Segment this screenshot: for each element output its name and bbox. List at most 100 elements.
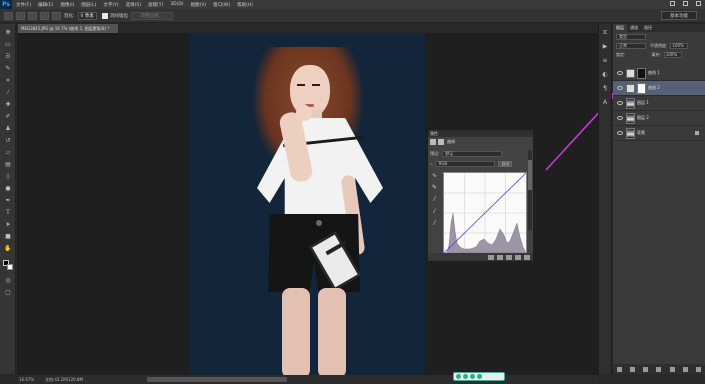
minimize-icon[interactable] bbox=[670, 1, 675, 6]
character-icon[interactable]: A bbox=[601, 99, 609, 107]
eyedropper-tool-icon[interactable]: ⁄ bbox=[3, 88, 13, 97]
document-tab[interactable]: MEG3845.JPG @ 16.7% (曲线 1, 图层蒙版/8) * bbox=[18, 24, 118, 33]
doc-info[interactable]: 文档:43.2M/120.8M bbox=[45, 377, 83, 383]
menu-select[interactable]: 选择(S) bbox=[126, 2, 141, 8]
tab-channels[interactable]: 通道 bbox=[627, 25, 641, 31]
ime-icon[interactable] bbox=[470, 374, 475, 379]
curves-scrollbar[interactable] bbox=[528, 150, 532, 230]
lasso-tool-icon[interactable]: ᘐ bbox=[3, 52, 13, 61]
white-point-eyedropper-icon[interactable]: ⁄ bbox=[431, 220, 438, 227]
hand-tool-icon[interactable]: ✋ bbox=[3, 244, 13, 253]
healing-brush-icon[interactable]: ✚ bbox=[3, 100, 13, 109]
ime-icon[interactable] bbox=[477, 374, 482, 379]
antialias-checkbox[interactable] bbox=[101, 12, 108, 19]
eye-icon[interactable] bbox=[617, 116, 623, 120]
menu-filter[interactable]: 滤镜(T) bbox=[148, 2, 163, 8]
layer-name[interactable]: 图层 2 bbox=[637, 115, 649, 121]
layer-name[interactable]: 曲线 1 bbox=[648, 70, 660, 76]
crop-tool-icon[interactable]: ⌗ bbox=[3, 76, 13, 85]
tool-preset-button[interactable] bbox=[4, 11, 13, 20]
black-point-eyedropper-icon[interactable]: ⁄ bbox=[431, 196, 438, 203]
eye-icon[interactable] bbox=[617, 131, 623, 135]
layer-row[interactable]: 图层 2 bbox=[613, 111, 705, 126]
eye-icon[interactable] bbox=[617, 86, 623, 90]
link-icon[interactable] bbox=[617, 366, 623, 372]
new-adjustment-icon[interactable] bbox=[656, 366, 662, 372]
quick-select-tool-icon[interactable]: ✎ bbox=[3, 64, 13, 73]
eye-icon[interactable] bbox=[617, 71, 623, 75]
channel-select[interactable]: RGB bbox=[435, 160, 496, 167]
adjustments-icon[interactable]: ◐ bbox=[601, 71, 609, 79]
horizontal-scrollbar[interactable] bbox=[147, 377, 287, 382]
layer-name[interactable]: 背景 bbox=[637, 130, 645, 136]
tab-layers[interactable]: 图层 bbox=[613, 24, 627, 32]
menu-file[interactable]: 文件(F) bbox=[16, 2, 31, 8]
workspace-select[interactable]: 基本功能 bbox=[661, 11, 697, 20]
ime-icon[interactable] bbox=[463, 374, 468, 379]
add-mask-icon[interactable] bbox=[643, 366, 649, 372]
delete-icon[interactable] bbox=[524, 254, 530, 260]
target-adjust-icon[interactable]: ☝ bbox=[430, 161, 432, 166]
history-icon[interactable]: ⧖ bbox=[601, 29, 609, 37]
layer-mask-thumbnail[interactable] bbox=[637, 82, 646, 94]
clone-stamp-icon[interactable]: ♟ bbox=[3, 124, 13, 133]
panel-title[interactable]: 属性 bbox=[428, 130, 533, 137]
view-previous-icon[interactable] bbox=[497, 254, 503, 260]
history-brush-icon[interactable]: ↺ bbox=[3, 136, 13, 145]
menu-window[interactable]: 窗口(W) bbox=[213, 2, 230, 8]
menu-3d[interactable]: 3D(D) bbox=[170, 2, 183, 7]
layer-mask-thumbnail[interactable] bbox=[637, 67, 646, 79]
menu-view[interactable]: 视图(V) bbox=[191, 2, 207, 8]
ime-icon[interactable] bbox=[456, 374, 461, 379]
shape-tool-icon[interactable]: ■ bbox=[3, 232, 13, 241]
actions-icon[interactable]: ▶ bbox=[601, 43, 609, 51]
screen-mode-icon[interactable]: ▢ bbox=[3, 288, 13, 297]
intersect-selection-icon[interactable] bbox=[52, 11, 61, 20]
menu-layer[interactable]: 图层(L) bbox=[81, 2, 96, 8]
background-color-swatch[interactable] bbox=[7, 264, 13, 270]
ime-toolbar[interactable] bbox=[453, 372, 505, 381]
eraser-tool-icon[interactable]: ▱ bbox=[3, 148, 13, 157]
layer-row-selected[interactable]: 曲线 2 bbox=[613, 81, 705, 96]
subtract-selection-icon[interactable] bbox=[40, 11, 49, 20]
clip-to-layer-icon[interactable] bbox=[488, 254, 494, 260]
menu-type[interactable]: 文字(Y) bbox=[103, 2, 118, 8]
layer-kind-select[interactable]: 类型 bbox=[616, 33, 646, 40]
layer-row[interactable]: 背景 bbox=[613, 126, 705, 141]
add-selection-icon[interactable] bbox=[28, 11, 37, 20]
curves-graph[interactable] bbox=[443, 172, 527, 254]
fill-input[interactable]: 100% bbox=[663, 51, 682, 58]
preset-select[interactable]: 默认 bbox=[442, 150, 503, 157]
gradient-tool-icon[interactable]: ▤ bbox=[3, 160, 13, 169]
properties-icon[interactable]: ≡ bbox=[601, 57, 609, 65]
new-selection-icon[interactable] bbox=[16, 11, 25, 20]
layer-row[interactable]: 图层 1 bbox=[613, 96, 705, 111]
mask-icon[interactable] bbox=[438, 139, 444, 145]
feather-input[interactable]: 0 像素 bbox=[77, 11, 97, 20]
menu-help[interactable]: 帮助(H) bbox=[237, 2, 253, 8]
paragraph-icon[interactable]: ¶ bbox=[601, 85, 609, 93]
draw-curve-icon[interactable]: ✎ bbox=[431, 184, 438, 191]
marquee-tool-icon[interactable]: ▭ bbox=[3, 40, 13, 49]
tab-paths[interactable]: 路径 bbox=[641, 25, 655, 31]
new-group-icon[interactable] bbox=[669, 366, 675, 372]
blend-mode-select[interactable]: 正常 bbox=[616, 42, 646, 49]
layer-name[interactable]: 图层 1 bbox=[637, 100, 649, 106]
quick-mask-icon[interactable]: ◎ bbox=[3, 276, 13, 285]
blur-tool-icon[interactable]: ◊ bbox=[3, 172, 13, 181]
zoom-level[interactable]: 16.67% bbox=[19, 377, 39, 382]
brush-tool-icon[interactable]: ✐ bbox=[3, 112, 13, 121]
auto-button[interactable]: 自动 bbox=[498, 160, 513, 167]
layer-row[interactable]: 曲线 1 bbox=[613, 66, 705, 81]
menu-image[interactable]: 图像(I) bbox=[60, 2, 74, 8]
type-tool-icon[interactable]: T bbox=[3, 208, 13, 217]
refine-edge-button[interactable]: 调整边缘... bbox=[130, 11, 173, 20]
gray-point-eyedropper-icon[interactable]: ⁄ bbox=[431, 208, 438, 215]
menu-edit[interactable]: 编辑(E) bbox=[38, 2, 53, 8]
eye-icon[interactable] bbox=[617, 101, 623, 105]
path-select-icon[interactable]: ➤ bbox=[3, 220, 13, 229]
move-tool-icon[interactable]: ✥ bbox=[3, 28, 13, 37]
close-icon[interactable] bbox=[696, 1, 701, 6]
maximize-icon[interactable] bbox=[683, 1, 688, 6]
fx-icon[interactable] bbox=[630, 366, 636, 372]
